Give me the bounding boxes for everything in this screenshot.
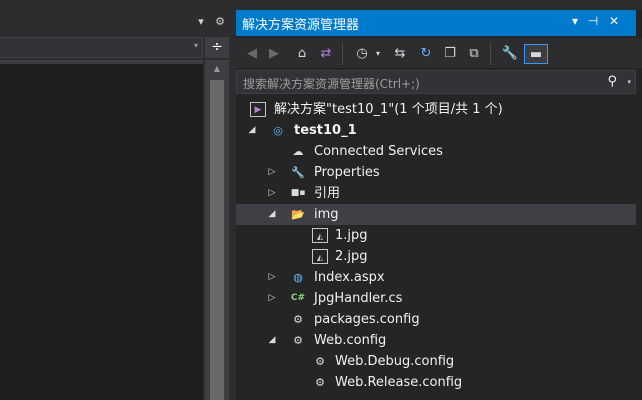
toolbar-separator — [490, 43, 491, 65]
tree-item-label: Web.Release.config — [335, 375, 463, 390]
tree-item-properties[interactable]: ▷ 🔧 Properties — [236, 162, 636, 183]
tree-item-label: Connected Services — [314, 144, 443, 159]
tree-item-label: 解决方案"test10_1"(1 个项目/共 1 个) — [274, 102, 503, 117]
refresh-icon[interactable]: ↻ — [416, 44, 436, 64]
pin-icon[interactable]: ⊣ — [586, 14, 600, 28]
editor-area: ▾ ⚙ ▾ ÷ ▲ — [0, 0, 232, 400]
forward-icon[interactable]: ▶ — [264, 44, 284, 64]
scrollbar-thumb[interactable] — [210, 80, 224, 400]
tree-item-file[interactable]: ▷ C# JpgHandler.cs — [236, 288, 636, 309]
code-editor[interactable] — [0, 64, 203, 400]
image-file-icon: ◭ — [312, 228, 328, 243]
tree-item-label: img — [314, 207, 339, 222]
tree-item-project[interactable]: ◢ ◎ test10_1 — [236, 120, 636, 141]
web-project-icon: ◎ — [273, 124, 283, 137]
tree-item-file[interactable]: ⚙ Web.Release.config — [236, 372, 636, 393]
expand-arrow-icon[interactable]: ▷ — [266, 183, 278, 204]
switch-views-icon[interactable]: ⇄ — [316, 44, 336, 64]
aspx-file-icon: ◍ — [293, 271, 303, 284]
editor-dropdown-icon[interactable]: ▾ — [194, 14, 208, 30]
tree-item-file[interactable]: ⚙ packages.config — [236, 309, 636, 330]
tree-item-file[interactable]: ◢ ⚙ Web.config — [236, 330, 636, 351]
csharp-file-icon: C# — [290, 293, 306, 303]
solution-explorer-toolbar: ◀ ▶ ⌂ ⇄ ◷ ▾ ⇆ ↻ ❐ ⧉ 🔧 ▬ — [236, 38, 642, 68]
preview-selected-items-icon[interactable]: ▬ — [524, 44, 548, 64]
wrench-icon: 🔧 — [291, 166, 305, 179]
gear-icon[interactable]: ⚙ — [213, 14, 227, 30]
collapse-all-icon[interactable]: ❐ — [440, 44, 460, 64]
toolbar-separator — [342, 43, 343, 65]
tree-item-label: Properties — [314, 165, 380, 180]
solution-explorer: 解决方案资源管理器 ▾ ⊣ ✕ ◀ ▶ ⌂ ⇄ ◷ ▾ ⇆ ↻ ❐ ⧉ 🔧 ▬ … — [236, 10, 642, 400]
search-placeholder: 搜索解决方案资源管理器(Ctrl+;) — [243, 77, 420, 91]
collapse-arrow-icon[interactable]: ◢ — [266, 330, 278, 351]
tree-item-connected-services[interactable]: ☁ Connected Services — [236, 141, 636, 162]
tree-item-label: test10_1 — [294, 123, 357, 138]
tree-item-file[interactable]: ◭ 1.jpg — [236, 225, 636, 246]
solution-icon: ▶ — [250, 102, 266, 117]
collapse-arrow-icon[interactable]: ◢ — [246, 120, 258, 141]
tree-item-label: 2.jpg — [335, 249, 368, 264]
back-icon[interactable]: ◀ — [242, 44, 262, 64]
close-icon[interactable]: ✕ — [607, 14, 621, 28]
split-editor-button[interactable]: ÷ — [205, 37, 229, 58]
tree-item-label: 引用 — [314, 186, 341, 201]
window-position-dropdown-icon[interactable]: ▾ — [568, 14, 582, 28]
sync-with-document-icon[interactable]: ⇆ — [390, 44, 410, 64]
tree-item-img-folder[interactable]: ◢ 📂 img — [236, 204, 636, 225]
references-icon: ■▪ — [290, 188, 306, 198]
solution-explorer-titlebar: 解决方案资源管理器 ▾ ⊣ ✕ — [236, 10, 636, 36]
solution-tree: ▶ 解决方案"test10_1"(1 个项目/共 1 个) ◢ ◎ test10… — [236, 96, 642, 400]
search-icon[interactable]: ⚲ — [607, 74, 617, 89]
tree-item-label: 1.jpg — [335, 228, 368, 243]
home-icon[interactable]: ⌂ — [292, 44, 312, 64]
tree-item-label: Index.aspx — [314, 270, 385, 285]
chevron-down-icon[interactable]: ▾ — [368, 44, 388, 64]
show-all-files-icon[interactable]: ⧉ — [464, 44, 484, 64]
folder-icon: 📂 — [291, 208, 305, 221]
config-file-icon: ⚙ — [293, 313, 303, 326]
config-file-icon: ⚙ — [315, 376, 325, 389]
wrench-icon[interactable]: 🔧 — [500, 44, 520, 64]
editor-scrollbar[interactable]: ▲ — [205, 60, 229, 400]
collapse-arrow-icon[interactable]: ◢ — [266, 204, 278, 225]
editor-titlebar: ▾ ⚙ — [0, 12, 232, 34]
search-input[interactable]: 搜索解决方案资源管理器(Ctrl+;) ⚲ ▾ — [236, 70, 636, 94]
expand-arrow-icon[interactable]: ▷ — [266, 288, 278, 309]
chevron-down-icon[interactable]: ▾ — [194, 41, 198, 50]
config-file-icon: ⚙ — [315, 355, 325, 368]
tree-item-references[interactable]: ▷ ■▪ 引用 — [236, 183, 636, 204]
tree-item-file[interactable]: ◭ 2.jpg — [236, 246, 636, 267]
tree-item-file[interactable]: ▷ ◍ Index.aspx — [236, 267, 636, 288]
config-file-icon: ⚙ — [293, 334, 303, 347]
image-file-icon: ◭ — [312, 249, 328, 264]
cloud-icon: ☁ — [292, 145, 304, 158]
tree-item-label: packages.config — [314, 312, 420, 327]
panel-title: 解决方案资源管理器 — [242, 18, 360, 33]
tree-item-solution[interactable]: ▶ 解决方案"test10_1"(1 个项目/共 1 个) — [236, 99, 636, 120]
tree-item-label: Web.config — [314, 333, 387, 348]
tree-item-label: Web.Debug.config — [335, 354, 455, 369]
scroll-up-icon[interactable]: ▲ — [205, 64, 229, 76]
search-options-dropdown-icon[interactable]: ▾ — [627, 78, 631, 86]
expand-arrow-icon[interactable]: ▷ — [266, 267, 278, 288]
navigation-combo[interactable]: ▾ — [0, 37, 203, 58]
expand-arrow-icon[interactable]: ▷ — [266, 162, 278, 183]
tree-item-label: JpgHandler.cs — [314, 291, 403, 306]
tree-item-file[interactable]: ⚙ Web.Debug.config — [236, 351, 636, 372]
